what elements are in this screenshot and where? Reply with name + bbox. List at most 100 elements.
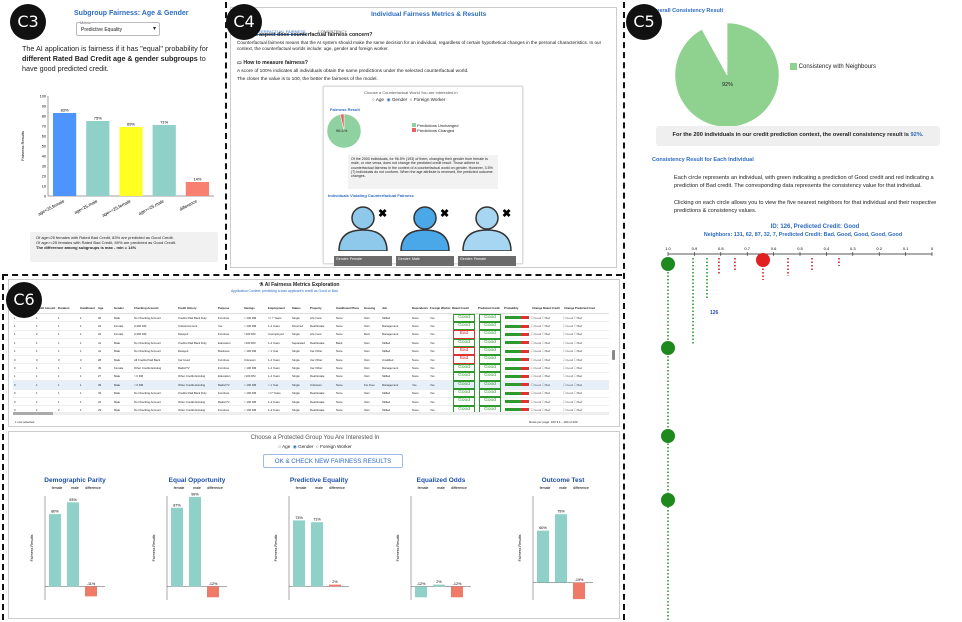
change-rated-checkbox[interactable]: ☐ Good ☐ Bad <box>531 349 563 353</box>
individual-circle-bad <box>756 253 770 267</box>
ok-check-button[interactable]: OK & CHECK NEW FAIRNESS RESULTS <box>263 454 403 468</box>
legend-changed: Predictions Changed <box>412 128 458 133</box>
table-cell: Male <box>114 399 121 404</box>
axis-tick-label: 0.3 <box>850 246 856 251</box>
table-cell: 1 <box>36 366 38 371</box>
y-axis-label: Fairness Results <box>152 534 156 561</box>
column-header[interactable]: Savings <box>243 306 267 313</box>
change-predicted-checkbox[interactable]: ☐ Good ☐ Bad <box>563 366 595 370</box>
column-header[interactable]: Duration <box>57 306 79 313</box>
c3-panel: Subgroup Fairness: Age & Gender Metric P… <box>18 6 222 268</box>
person-card-3[interactable]: ✖ Gender: Female <box>458 203 516 266</box>
table-row[interactable]: 1 1 1 1 27 Male > 0 DM Other Credits Existing Ed… <box>13 372 609 382</box>
table-cell: Male <box>114 391 121 396</box>
change-predicted-checkbox[interactable]: ☐ Good ☐ Bad <box>563 391 595 395</box>
column-header[interactable]: Installment <box>79 306 97 313</box>
badge-c5: C5 <box>626 4 662 40</box>
change-rated-checkbox[interactable]: ☐ Good ☐ Bad <box>531 374 563 378</box>
change-rated-checkbox[interactable]: ☐ Good ☐ Bad <box>531 341 563 345</box>
column-header[interactable]: Housing <box>363 306 381 313</box>
c3-desc-part1: The AI application is fairness if it has… <box>22 44 209 53</box>
table-row[interactable]: 0 1 1 1 24 Male No Checking Account Other Credi… <box>13 397 609 407</box>
change-predicted-checkbox[interactable]: ☐ Good ☐ Bad <box>563 383 595 387</box>
column-header[interactable]: Credit History <box>177 306 217 313</box>
table-cell: Unskilled <box>382 357 394 362</box>
radio-age[interactable]: ○ Age <box>372 97 384 102</box>
change-rated-checkbox[interactable]: ☐ Good ☐ Bad <box>531 316 563 320</box>
table-row[interactable]: 1 1 1 1 41 Male No Checking Account Delayed Busi… <box>13 347 609 356</box>
column-header[interactable]: Job <box>381 306 411 313</box>
table-cell: No Checking Account <box>134 391 161 396</box>
horizontal-scrollbar[interactable] <box>13 412 609 415</box>
radio-foreign-worker[interactable]: ○ Foreign Worker <box>316 444 352 449</box>
radio-age[interactable]: ○ Age <box>278 444 290 449</box>
column-header[interactable]: Checking Account <box>133 306 177 313</box>
table-cell: 1 <box>58 315 60 320</box>
change-predicted-checkbox[interactable]: ☐ Good ☐ Bad <box>563 358 595 362</box>
column-header[interactable]: Change Rated Credit <box>531 306 563 313</box>
column-header[interactable]: Rated Credit <box>451 306 477 313</box>
change-predicted-checkbox[interactable]: ☐ Good ☐ Bad <box>563 374 595 378</box>
column-header[interactable]: Status <box>291 306 309 313</box>
column-header[interactable]: Property <box>309 306 335 313</box>
change-predicted-checkbox[interactable]: ☐ Good ☐ Bad <box>563 349 595 353</box>
table-cell: 0 <box>14 399 16 404</box>
table-cell: None <box>336 374 343 379</box>
category-label: difference <box>451 486 467 490</box>
person-card-1[interactable]: ✖ Gender: Female <box>334 203 392 266</box>
category-label: male <box>71 486 79 490</box>
c6-pagination[interactable]: Rows per page: 100 ▾ 1 - 100 of 200 <box>529 420 578 424</box>
change-rated-checkbox[interactable]: ☐ Good ☐ Bad <box>531 358 563 362</box>
y-tick-label: 80 <box>42 114 46 118</box>
column-header[interactable]: Employment <box>267 306 291 313</box>
column-header[interactable]: Gender <box>113 306 133 313</box>
column-header[interactable]: Dependents <box>411 306 429 313</box>
change-predicted-checkbox[interactable]: ☐ Good ☐ Bad <box>563 316 595 320</box>
column-header[interactable]: Probability <box>503 306 531 313</box>
table-row[interactable]: 0 0 0 0 28 Male All Credits Paid Back Car Used F… <box>13 355 609 365</box>
table-cell: Own <box>364 349 370 354</box>
radio-gender[interactable]: ◉ Gender <box>387 97 408 102</box>
column-header[interactable]: Age <box>97 306 113 313</box>
table-cell: 0 <box>14 357 16 362</box>
radio-gender[interactable]: ◉ Gender <box>293 444 314 449</box>
change-predicted-checkbox[interactable]: ☐ Good ☐ Bad <box>563 341 595 345</box>
credit-label: Good <box>479 372 501 381</box>
table-cell: Separated <box>292 340 305 345</box>
column-header[interactable]: Foreign Worker <box>429 306 451 313</box>
table-cell: Single <box>292 366 300 371</box>
probability-bar <box>503 400 531 404</box>
credit-label: Good <box>453 363 475 373</box>
table-row[interactable]: 1 1 1 1 24 Female 0-200 DM Critical Account Car <… <box>13 321 609 331</box>
change-predicted-checkbox[interactable]: ☐ Good ☐ Bad <box>563 332 595 336</box>
column-header[interactable]: Change Predicted Credit <box>563 306 595 313</box>
table-row[interactable]: 1 1 1 1 36 Male No Checking Account Credits Pai… <box>13 313 609 323</box>
change-rated-checkbox[interactable]: ☐ Good ☐ Bad <box>531 391 563 395</box>
vertical-scrollbar[interactable] <box>612 350 615 360</box>
column-header[interactable]: Predicted Credit <box>477 306 503 313</box>
person-card-2[interactable]: ✖ Gender: Male <box>396 203 454 266</box>
change-rated-checkbox[interactable]: ☐ Good ☐ Bad <box>531 332 563 336</box>
table-row[interactable]: 0 1 1 1 39 Female Other Credits Existing Radio/… <box>13 363 609 373</box>
badge-c3: C3 <box>10 4 46 40</box>
column-header[interactable]: Installment Plans <box>335 306 363 313</box>
change-predicted-checkbox[interactable]: ☐ Good ☐ Bad <box>563 324 595 328</box>
change-rated-checkbox[interactable]: ☐ Good ☐ Bad <box>531 366 563 370</box>
table-row[interactable]: 0 1 1 1 43 Male No Checking Account Credits Pai… <box>13 389 609 398</box>
table-cell: Education <box>218 340 231 345</box>
c3-title: Subgroup Fairness: Age & Gender <box>74 10 189 17</box>
column-header[interactable]: Purpose <box>217 306 243 313</box>
metric-select[interactable]: Metric Predictive Equality ▾ <box>76 20 160 36</box>
table-row[interactable]: 0 1 1 1 39 Male < 0 DM Other Credits Existing Ra… <box>13 380 609 390</box>
change-rated-checkbox[interactable]: ☐ Good ☐ Bad <box>531 324 563 328</box>
change-rated-checkbox[interactable]: ☐ Good ☐ Bad <box>531 400 563 404</box>
change-rated-checkbox[interactable]: ☐ Good ☐ Bad <box>531 383 563 387</box>
change-predicted-checkbox[interactable]: ☐ Good ☐ Bad <box>563 400 595 404</box>
radio-foreign-worker[interactable]: ○ Foreign Worker <box>410 97 446 102</box>
metric-bar <box>67 502 79 587</box>
c5-panel: Overall Consistency Result 92% Consisten… <box>626 2 960 620</box>
table-row[interactable]: 1 2 1 1 24 Female 0-200 DM Delayed Furniture >100… <box>13 330 609 340</box>
table-row[interactable]: 1 1 1 1 41 Male No Checking Account Credits Pai… <box>13 338 609 348</box>
category-label: difference <box>329 486 345 490</box>
probability-bar <box>503 374 531 378</box>
